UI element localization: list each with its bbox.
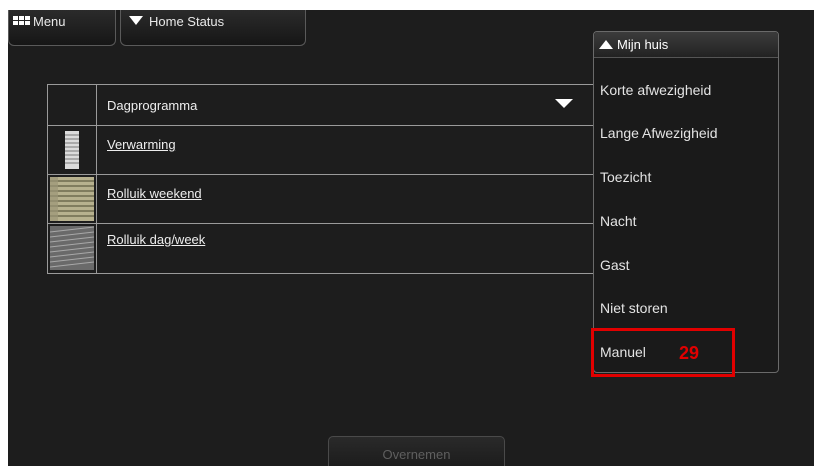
dropdown-item-toezicht[interactable]: Toezicht: [600, 169, 651, 185]
program-table: Dagprogramma Verwarming Rolluik weekend …: [47, 84, 597, 274]
overnemen-button[interactable]: Overnemen: [328, 436, 505, 466]
shutter-icon: [50, 177, 94, 221]
radiator-icon: [65, 131, 79, 169]
header-icon-cell: [48, 85, 97, 125]
dropdown-item-nacht[interactable]: Nacht: [600, 213, 637, 229]
row-label[interactable]: Rolluik dag/week: [107, 232, 205, 247]
table-row[interactable]: Rolluik dag/week: [48, 224, 596, 273]
shutter-icon-cell: [48, 175, 97, 223]
mijn-huis-dropdown: Mijn huis Korte afwezigheid Lange Afwezi…: [593, 31, 779, 373]
home-status-button[interactable]: Home Status: [120, 10, 306, 46]
annotation-highlight-box: [591, 328, 735, 377]
table-header-row[interactable]: Dagprogramma: [48, 85, 596, 126]
table-header-label: Dagprogramma: [107, 98, 198, 113]
dropdown-header-label: Mijn huis: [617, 37, 669, 52]
row-label[interactable]: Rolluik weekend: [107, 186, 202, 201]
screen: Menu Home Status Dagprogramma Verwarming…: [8, 10, 814, 466]
triangle-up-icon: [599, 40, 613, 49]
dropdown-item-niet-storen[interactable]: Niet storen: [600, 300, 668, 316]
dropdown-item-korte-afwezigheid[interactable]: Korte afwezigheid: [600, 82, 711, 98]
table-row[interactable]: Verwarming: [48, 126, 596, 175]
menu-label: Menu: [33, 14, 66, 29]
triangle-down-icon[interactable]: [555, 99, 573, 108]
blinds-icon-cell: [48, 224, 97, 273]
table-row[interactable]: Rolluik weekend: [48, 175, 596, 224]
annotation-badge: 29: [679, 343, 700, 363]
dropdown-item-gast[interactable]: Gast: [600, 257, 630, 273]
home-status-label: Home Status: [149, 14, 225, 29]
dropdown-item-lange-afwezigheid[interactable]: Lange Afwezigheid: [600, 125, 718, 141]
blinds-icon: [50, 226, 94, 270]
triangle-down-icon: [129, 16, 143, 25]
menu-button[interactable]: Menu: [8, 10, 116, 46]
grid-icon: [13, 16, 30, 25]
radiator-icon-cell: [48, 126, 97, 174]
row-label[interactable]: Verwarming: [107, 137, 176, 152]
dropdown-header[interactable]: Mijn huis: [594, 32, 778, 58]
